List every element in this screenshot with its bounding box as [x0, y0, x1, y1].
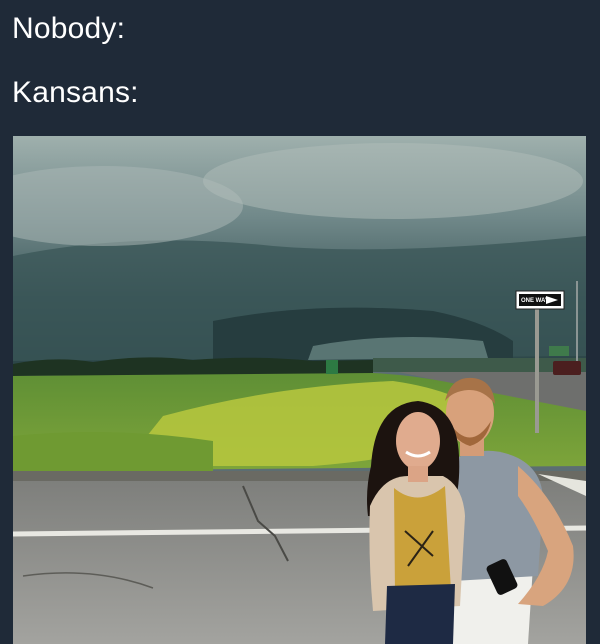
woman-face — [396, 412, 440, 470]
woman-neck — [408, 466, 428, 482]
truck — [553, 361, 581, 375]
photo-scene: ONE WAY — [13, 136, 586, 644]
sign-post — [535, 308, 539, 433]
storm-photo: ONE WAY — [13, 136, 586, 644]
woman-top — [394, 486, 451, 594]
one-way-sign-text: ONE WAY — [521, 298, 549, 304]
caption-kansans: Kansans: — [12, 76, 139, 109]
green-sign — [549, 346, 569, 356]
woman-jeans — [385, 584, 455, 644]
woman — [367, 401, 465, 644]
caption-nobody: Nobody: — [12, 12, 126, 45]
